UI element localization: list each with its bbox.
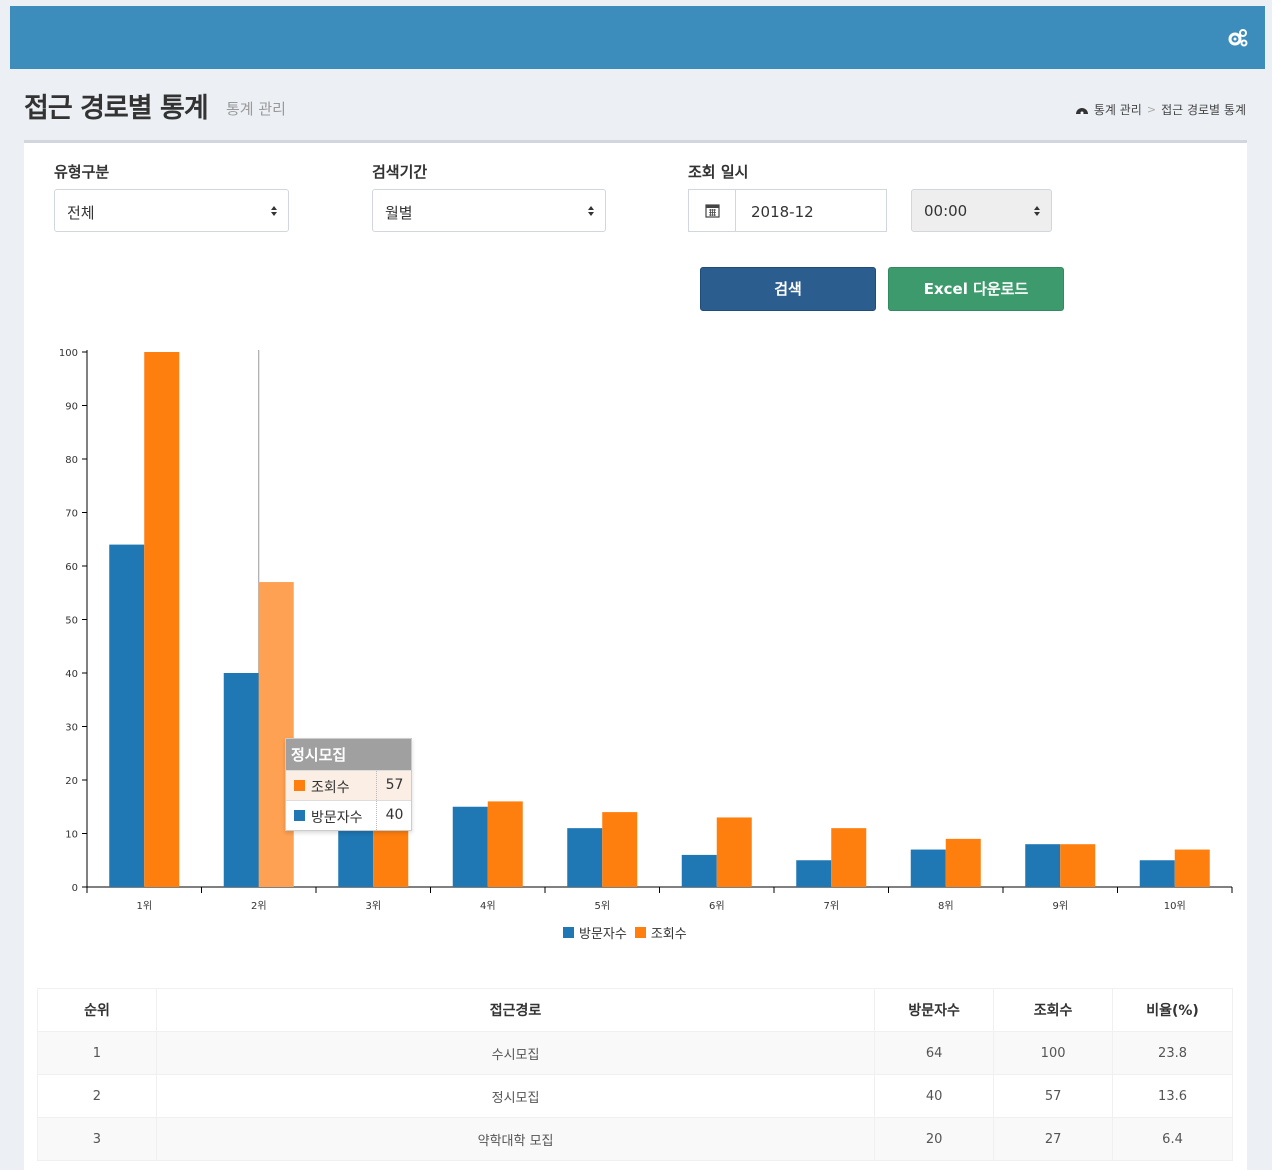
table-cell: 13.6 (1112, 1074, 1233, 1118)
x-tick-label: 7위 (823, 899, 839, 912)
x-tick-label: 8위 (938, 899, 954, 912)
bar-visitors (681, 854, 717, 887)
table-cell: 27 (993, 1117, 1114, 1161)
bar-views (258, 582, 294, 887)
bar-chart: 0 10 20 30 40 50 60 70 80 90 100 1위 2위 3위 4위 5위 6위 7위 8위 9위… (59, 348, 1233, 912)
bar-views (1060, 844, 1096, 887)
bar-views (487, 801, 523, 887)
legend-label: 방문자수 (579, 927, 627, 942)
table-cell: 64 (874, 1031, 995, 1075)
legend-item[interactable]: 방문자수 (563, 923, 627, 942)
stats-table: 순위 접근경로 방문자수 조회수 비율(%) 1 수시모집 64 100 23.… (37, 988, 1233, 1161)
bar-visitors (567, 828, 603, 887)
table-header-cell[interactable]: 접근경로 (155, 988, 876, 1032)
table-header-row: 순위 접근경로 방문자수 조회수 비율(%) (37, 988, 1233, 1032)
bar-visitors (796, 860, 832, 887)
y-tick-label: 10 (65, 830, 78, 841)
table-header-cell[interactable]: 순위 (37, 988, 157, 1032)
table-header-cell[interactable]: 조회수 (993, 988, 1114, 1032)
y-tick-label: 20 (65, 776, 78, 787)
bar-visitors (223, 673, 259, 887)
table-row: 1 수시모집 64 100 23.8 (37, 1031, 1233, 1075)
bar-visitors (109, 544, 145, 887)
table-cell: 약학대학 모집 (155, 1117, 876, 1161)
table-cell: 23.8 (1112, 1031, 1233, 1075)
x-tick-label: 10위 (1164, 899, 1186, 912)
x-tick-label: 6위 (709, 899, 725, 912)
table-cell: 정시모집 (155, 1074, 876, 1118)
y-tick-label: 90 (65, 402, 78, 413)
table-header-cell[interactable]: 방문자수 (874, 988, 995, 1032)
tooltip-row-name: 조회수 (311, 780, 350, 796)
table-cell: 2 (37, 1074, 157, 1118)
tooltip-swatch (294, 780, 305, 791)
x-tick-label: 5위 (594, 899, 610, 912)
x-tick-label: 1위 (136, 899, 152, 912)
y-tick-label: 0 (72, 883, 78, 894)
table-cell: 6.4 (1112, 1117, 1233, 1161)
bar-visitors (1139, 860, 1175, 887)
bar-visitors (1025, 844, 1061, 887)
x-tick-label: 9위 (1052, 899, 1068, 912)
legend-item[interactable]: 조회수 (634, 923, 687, 942)
tooltip-title: 정시모집 (286, 739, 411, 770)
table-row: 3 약학대학 모집 20 27 6.4 (37, 1117, 1233, 1161)
bar-views (945, 838, 981, 887)
tooltip-row-value: 40 (376, 801, 412, 830)
bar-views (144, 352, 180, 887)
y-tick-label: 40 (65, 669, 78, 680)
bar-views (602, 812, 638, 887)
chart-tooltip: 정시모집 조회수 57 방문자수 40 (285, 738, 412, 831)
tooltip-row: 방문자수 40 (286, 800, 411, 830)
x-tick-label: 2위 (251, 899, 267, 912)
tooltip-row: 조회수 57 (286, 770, 411, 800)
chart-legend: 방문자수 조회수 (563, 923, 695, 942)
table-cell: 수시모집 (155, 1031, 876, 1075)
bar-visitors (452, 806, 488, 887)
table-row: 2 정시모집 40 57 13.6 (37, 1074, 1233, 1118)
y-tick-label: 50 (65, 616, 78, 627)
tooltip-swatch (294, 810, 305, 821)
table-cell: 20 (874, 1117, 995, 1161)
table-cell: 40 (874, 1074, 995, 1118)
bar-views (1174, 849, 1210, 887)
x-tick-label: 4위 (480, 899, 496, 912)
y-tick-label: 100 (59, 348, 78, 359)
table-cell: 3 (37, 1117, 157, 1161)
bar-views (716, 817, 752, 887)
bar-views (831, 828, 867, 887)
y-tick-label: 70 (65, 509, 78, 520)
x-tick-label: 3위 (365, 899, 381, 912)
legend-swatch (634, 927, 646, 938)
table-cell: 57 (993, 1074, 1114, 1118)
legend-label: 조회수 (650, 927, 687, 942)
tooltip-row-value: 57 (376, 771, 412, 800)
y-tick-label: 60 (65, 562, 78, 573)
table-cell: 1 (37, 1031, 157, 1075)
table-header-cell[interactable]: 비율(%) (1112, 988, 1233, 1032)
y-tick-label: 80 (65, 455, 78, 466)
y-tick-label: 30 (65, 723, 78, 734)
tooltip-row-name: 방문자수 (311, 810, 363, 826)
bar-visitors (910, 849, 946, 887)
table-cell: 100 (993, 1031, 1114, 1075)
legend-swatch (563, 927, 574, 938)
